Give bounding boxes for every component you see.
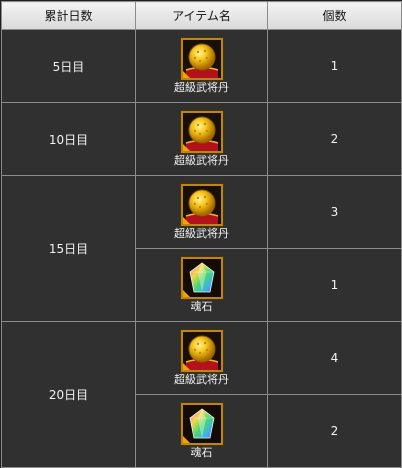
quantity-cell: 1 bbox=[267, 29, 402, 103]
quantity-cell: 2 bbox=[267, 102, 402, 176]
item-cell: 超級武将丹 bbox=[135, 321, 268, 395]
item-name: 魂石 bbox=[190, 446, 213, 459]
header-cumulative-days: 累計日数 bbox=[1, 1, 136, 30]
item-cell: 超級武将丹 bbox=[135, 29, 268, 103]
gold-orb-icon bbox=[179, 183, 224, 227]
item-cell: 魂石 bbox=[135, 394, 268, 468]
quantity-cell: 2 bbox=[267, 394, 402, 468]
quantity-cell: 1 bbox=[267, 248, 402, 322]
header-item-name: アイテム名 bbox=[135, 1, 268, 30]
item-name: 超級武将丹 bbox=[174, 81, 229, 94]
gold-orb-icon bbox=[179, 37, 224, 81]
day-cell: 15日目 bbox=[1, 175, 136, 322]
table-row: 10日目 超級武将丹 2 bbox=[1, 102, 402, 176]
gold-orb-icon bbox=[179, 110, 224, 154]
table-row: 5日目 超級武将丹 1 bbox=[1, 29, 402, 103]
day-cell: 20日目 bbox=[1, 321, 136, 468]
header-quantity: 個数 bbox=[267, 1, 402, 30]
item-cell: 魂石 bbox=[135, 248, 268, 322]
item-name: 魂石 bbox=[190, 300, 213, 313]
day-cell: 10日目 bbox=[1, 102, 136, 176]
soul-stone-icon bbox=[179, 402, 224, 446]
table-header-row: 累計日数 アイテム名 個数 bbox=[1, 1, 402, 30]
login-reward-table: 累計日数 アイテム名 個数 5日目 超級武将丹 1 10日目 超級武将丹 2 1… bbox=[1, 1, 402, 468]
gold-orb-icon bbox=[179, 329, 224, 373]
table-row: 15日目 超級武将丹 3 bbox=[1, 175, 402, 322]
quantity-cell: 3 bbox=[267, 175, 402, 249]
item-name: 超級武将丹 bbox=[174, 373, 229, 386]
soul-stone-icon bbox=[179, 256, 224, 300]
item-cell: 超級武将丹 bbox=[135, 102, 268, 176]
item-cell: 超級武将丹 bbox=[135, 175, 268, 249]
item-name: 超級武将丹 bbox=[174, 154, 229, 167]
day-cell: 5日目 bbox=[1, 29, 136, 103]
quantity-cell: 4 bbox=[267, 321, 402, 395]
table-row: 20日目 超級武将丹 4 bbox=[1, 321, 402, 468]
item-name: 超級武将丹 bbox=[174, 227, 229, 240]
